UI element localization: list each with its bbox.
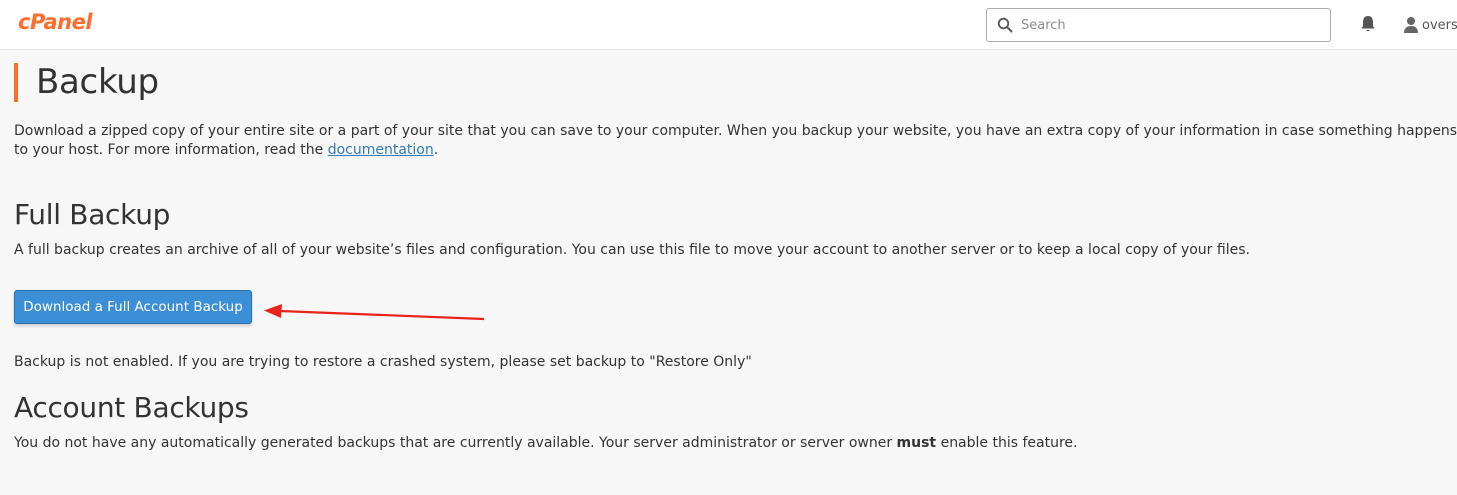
intro-end: . xyxy=(433,142,439,158)
full-backup-heading: Full Backup xyxy=(14,198,171,231)
user-icon xyxy=(1404,17,1418,33)
title-accent-bar xyxy=(14,63,18,102)
account-backups-text-bold: must xyxy=(896,435,937,451)
backup-status-text: Backup is not enabled. If you are trying… xyxy=(14,354,752,370)
bell-icon[interactable] xyxy=(1359,14,1377,34)
top-navigation-bar: cPanel overst xyxy=(0,0,1457,50)
account-backups-text-before: You do not have any automatically genera… xyxy=(14,435,897,451)
account-backups-text-after: enable this feature. xyxy=(936,435,1078,451)
search-box[interactable] xyxy=(986,8,1331,42)
red-arrow-icon xyxy=(264,304,485,321)
full-backup-description: A full backup creates an archive of all … xyxy=(14,242,1250,258)
cpanel-logo[interactable]: cPanel xyxy=(18,10,93,34)
search-input[interactable] xyxy=(1021,9,1321,41)
user-name: overst xyxy=(1422,17,1457,33)
search-icon xyxy=(997,17,1013,33)
account-backups-text: You do not have any automatically genera… xyxy=(14,434,1077,453)
page-title: Backup xyxy=(36,62,159,102)
documentation-link[interactable]: documentation xyxy=(328,142,434,158)
download-full-backup-button[interactable]: Download a Full Account Backup xyxy=(14,290,252,324)
account-backups-heading: Account Backups xyxy=(14,391,249,424)
intro-paragraph: Download a zipped copy of your entire si… xyxy=(14,122,1457,160)
user-menu[interactable]: overst xyxy=(1403,14,1457,36)
intro-text: Download a zipped copy of your entire si… xyxy=(14,123,1457,158)
